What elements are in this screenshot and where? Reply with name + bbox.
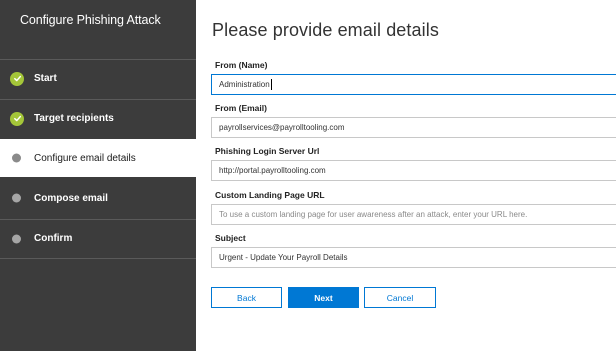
phishing-wizard: Configure Phishing Attack Start Target r… bbox=[0, 0, 616, 351]
next-button[interactable]: Next bbox=[288, 287, 359, 308]
step-label: Configure email details bbox=[34, 152, 136, 164]
step-label: Compose email bbox=[34, 192, 108, 204]
from-name-label: From (Name) bbox=[215, 60, 268, 70]
email-details-form: Please provide email details From (Name)… bbox=[196, 0, 616, 351]
dot-icon bbox=[10, 153, 21, 163]
wizard-sidebar: Configure Phishing Attack Start Target r… bbox=[0, 0, 196, 351]
cancel-button[interactable]: Cancel bbox=[364, 287, 436, 308]
check-circle-icon bbox=[10, 111, 24, 126]
subject-input[interactable]: Urgent - Update Your Payroll Details bbox=[211, 247, 616, 268]
landing-page-url-placeholder: To use a custom landing page for user aw… bbox=[219, 210, 528, 219]
from-name-input[interactable]: Administration bbox=[211, 74, 616, 95]
divider bbox=[0, 258, 196, 259]
step-configure-email-details[interactable]: Configure email details bbox=[0, 139, 196, 177]
dot-icon bbox=[10, 193, 21, 203]
step-start[interactable]: Start bbox=[0, 59, 196, 97]
from-email-label: From (Email) bbox=[215, 103, 267, 113]
step-target-recipients[interactable]: Target recipients bbox=[0, 99, 196, 137]
wizard-title: Configure Phishing Attack bbox=[20, 13, 161, 27]
login-server-url-value: http://portal.payrolltooling.com bbox=[219, 166, 326, 175]
step-label: Confirm bbox=[34, 233, 73, 244]
subject-label: Subject bbox=[215, 233, 246, 243]
login-server-url-input[interactable]: http://portal.payrolltooling.com bbox=[211, 160, 616, 181]
step-label: Target recipients bbox=[34, 113, 114, 124]
step-confirm[interactable]: Confirm bbox=[0, 219, 196, 257]
landing-page-url-input[interactable]: To use a custom landing page for user aw… bbox=[211, 204, 616, 225]
login-server-url-label: Phishing Login Server Url bbox=[215, 146, 320, 156]
step-compose-email[interactable]: Compose email bbox=[0, 179, 196, 217]
check-circle-icon bbox=[10, 71, 24, 86]
from-email-value: payrollservices@payrolltooling.com bbox=[219, 123, 345, 132]
step-label: Start bbox=[34, 73, 57, 84]
back-button[interactable]: Back bbox=[211, 287, 282, 308]
from-email-input[interactable]: payrollservices@payrolltooling.com bbox=[211, 117, 616, 138]
dot-icon bbox=[10, 234, 21, 243]
page-title: Please provide email details bbox=[212, 20, 439, 40]
subject-value: Urgent - Update Your Payroll Details bbox=[219, 253, 348, 262]
from-name-value: Administration bbox=[219, 80, 270, 89]
text-caret bbox=[270, 79, 272, 90]
landing-page-url-label: Custom Landing Page URL bbox=[215, 190, 325, 200]
